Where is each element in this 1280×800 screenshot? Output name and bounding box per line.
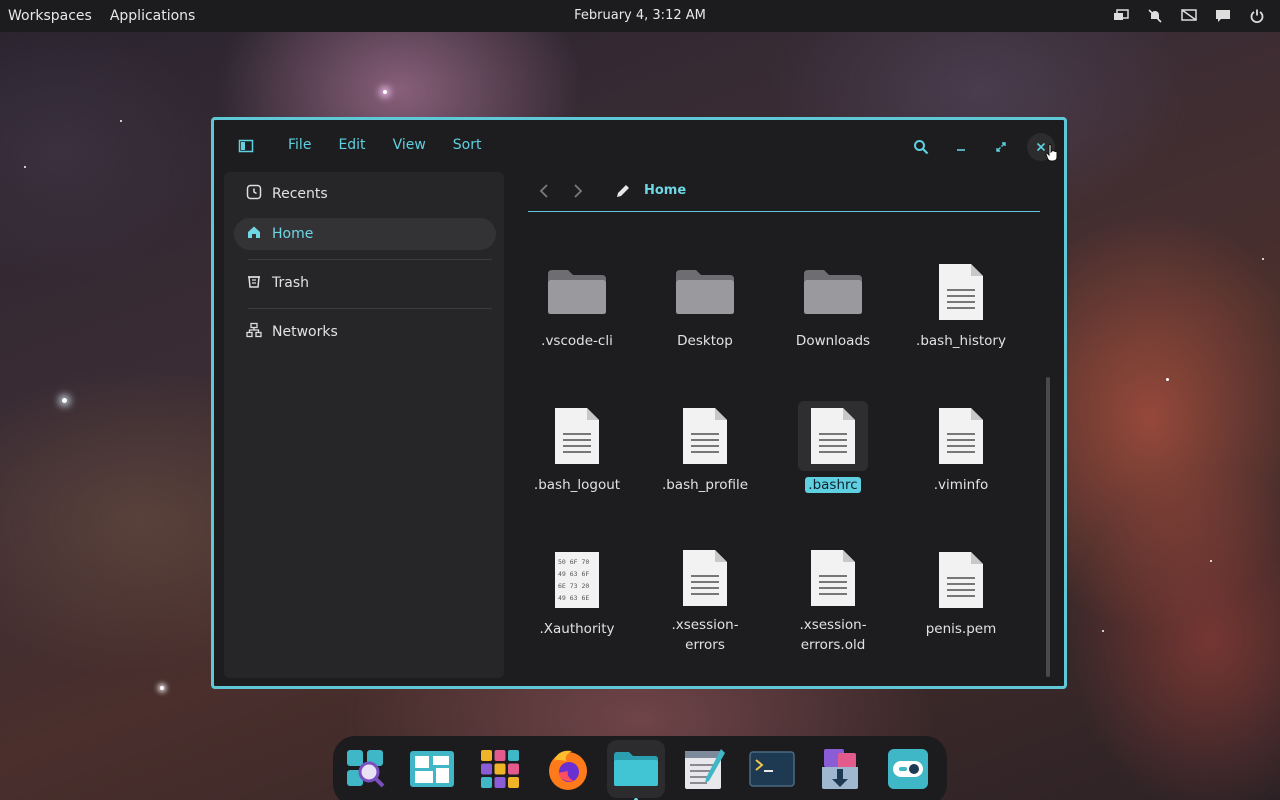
file-name: .xsession-errors.old (799, 617, 867, 653)
sidebar-item-networks[interactable]: Networks (234, 316, 496, 348)
file-item[interactable]: .bash_logout (522, 401, 632, 511)
text-file-icon (798, 545, 868, 611)
folder-icon (798, 257, 868, 327)
file-item[interactable]: 50 6F 70 49 63 6F 6E 73 20 49 63 6E .Xau… (522, 545, 632, 655)
file-name: .bashrc (805, 475, 861, 495)
edit-menu[interactable]: Edit (338, 137, 365, 153)
sidebar-divider (248, 259, 492, 260)
screen-icon[interactable] (1172, 9, 1206, 23)
path-bar: Home (528, 172, 1040, 212)
search-app-icon[interactable] (343, 746, 389, 792)
view-menu[interactable]: View (393, 137, 426, 153)
sidebar-item-recents[interactable]: Recents (234, 178, 496, 210)
firefox-icon[interactable] (545, 746, 591, 792)
file-name: .vscode-cli (541, 333, 613, 349)
recents-icon (246, 184, 262, 204)
file-item[interactable]: .viminfo (906, 401, 1016, 511)
text-file-icon (670, 545, 740, 611)
mouse-pointer-icon (1044, 143, 1060, 167)
hex-line: 49 63 6E (558, 594, 589, 602)
file-name: .bash_history (916, 333, 1006, 349)
system-tray (1104, 0, 1274, 32)
file-name: .xsession-errors (671, 617, 739, 653)
files-icon[interactable] (607, 740, 665, 800)
file-name: .viminfo (933, 477, 989, 493)
file-name: Desktop (677, 333, 733, 349)
sidebar-item-trash[interactable]: Trash (234, 267, 496, 299)
power-icon[interactable] (1240, 8, 1274, 24)
folder-icon (542, 257, 612, 327)
hex-line: 50 6F 70 (558, 558, 589, 566)
file-name: .bash_logout (533, 477, 621, 493)
home-icon (246, 224, 262, 244)
minimize-icon[interactable] (950, 136, 972, 158)
file-name: Downloads (795, 333, 871, 349)
text-file-icon (670, 401, 740, 471)
text-file-icon (926, 545, 996, 615)
text-editor-icon[interactable] (681, 746, 727, 792)
hex-line: 6E 73 20 (558, 582, 589, 590)
forward-icon[interactable] (568, 182, 586, 200)
sidebar-item-home[interactable]: Home (234, 218, 496, 250)
sidebar-item-label: Home (272, 226, 314, 242)
sidebar-toggle-icon[interactable] (238, 138, 254, 154)
file-view: Home .vscode-cli Desktop Downloads .bash… (514, 172, 1064, 678)
dock (333, 736, 947, 800)
breadcrumb-home[interactable]: Home (644, 183, 686, 198)
file-menu[interactable]: File (288, 137, 311, 153)
places-sidebar: Recents Home Trash Networks (224, 172, 504, 678)
display-icon[interactable] (1104, 9, 1138, 23)
file-item[interactable]: Desktop (650, 257, 760, 367)
file-item[interactable]: Downloads (778, 257, 888, 367)
text-file-icon (926, 401, 996, 471)
hex-line: 49 63 6F (558, 570, 589, 578)
workspaces-app-icon[interactable] (409, 746, 455, 792)
maximize-icon[interactable] (990, 136, 1012, 158)
chat-icon[interactable] (1206, 9, 1240, 23)
text-file-icon (542, 401, 612, 471)
sort-menu[interactable]: Sort (453, 137, 482, 153)
terminal-icon[interactable] (749, 746, 795, 792)
file-name: penis.pem (925, 621, 997, 637)
scrollbar[interactable] (1046, 377, 1050, 677)
edit-path-icon[interactable] (614, 182, 632, 204)
sidebar-divider (248, 308, 492, 309)
binary-file-icon: 50 6F 70 49 63 6F 6E 73 20 49 63 6E (542, 545, 612, 615)
notifications-off-icon[interactable] (1138, 8, 1172, 24)
installer-icon[interactable] (817, 746, 863, 792)
header-bar: File Edit View Sort (214, 120, 1064, 172)
folder-icon (670, 257, 740, 327)
trash-icon (246, 273, 262, 293)
file-item[interactable]: .xsession-errors (650, 545, 760, 655)
app-grid-icon[interactable] (477, 746, 523, 792)
back-icon[interactable] (536, 182, 554, 200)
search-icon[interactable] (910, 136, 932, 158)
applications-menu[interactable]: Applications (110, 8, 196, 24)
file-item[interactable]: .xsession-errors.old (778, 545, 888, 655)
file-item-selected[interactable]: .bashrc (778, 401, 888, 511)
text-file-icon (798, 401, 868, 471)
workspaces-menu[interactable]: Workspaces (8, 8, 92, 24)
sidebar-item-label: Recents (272, 186, 328, 202)
file-name: .bash_profile (661, 477, 749, 493)
file-manager-window: File Edit View Sort Recents Home Trash N… (211, 117, 1067, 689)
file-item[interactable]: .vscode-cli (522, 257, 632, 367)
top-panel: Workspaces Applications February 4, 3:12… (0, 0, 1280, 32)
file-item[interactable]: penis.pem (906, 545, 1016, 655)
file-item[interactable]: .bash_profile (650, 401, 760, 511)
sidebar-item-label: Trash (272, 275, 309, 291)
settings-toggle-icon[interactable] (885, 746, 931, 792)
text-file-icon (926, 257, 996, 327)
file-name: .Xauthority (539, 621, 615, 637)
network-icon (246, 322, 262, 342)
sidebar-item-label: Networks (272, 324, 338, 340)
file-item[interactable]: .bash_history (906, 257, 1016, 367)
